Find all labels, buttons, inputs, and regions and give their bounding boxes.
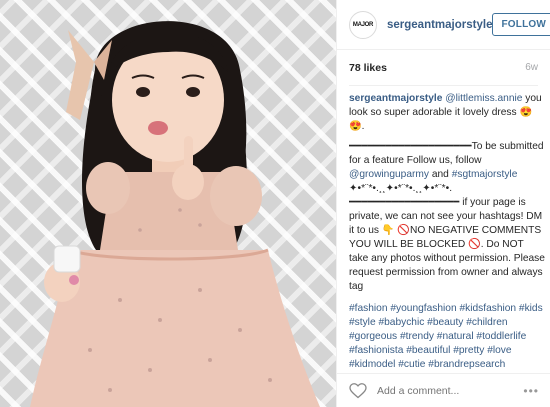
comment-bar: •••	[337, 373, 550, 407]
post-age[interactable]: 6w	[525, 62, 538, 73]
heart-icon[interactable]	[349, 382, 367, 399]
follow-button[interactable]: FOLLOW	[492, 13, 550, 36]
avatar-logo-text: MAJOR	[352, 21, 374, 28]
caption-line-2: ━━━━━━━━━━━━━━━━━━━━To be submitted for …	[349, 140, 545, 294]
caption-username[interactable]: sergeantmajorstyle	[349, 93, 442, 104]
username-link[interactable]: sergeantmajorstyle	[387, 19, 492, 31]
likes-count[interactable]: 78 likes	[349, 62, 387, 74]
caption-sparkle: ✦•*¨*•.¸¸✦•*¨*•.¸¸✦•*¨*•.	[349, 183, 453, 194]
caption-divider-2: ━━━━━━━━━━━━━━━━━━	[349, 197, 460, 208]
caption: sergeantmajorstyle @littlemiss.annie you…	[349, 92, 545, 370]
post-photo[interactable]	[0, 0, 336, 407]
post-side-panel: MAJOR sergeantmajorstyle FOLLOW 78 likes…	[336, 0, 550, 407]
post-header: MAJOR sergeantmajorstyle FOLLOW	[337, 0, 550, 50]
caption-hashtag-brand[interactable]: #sgtmajorstyle	[452, 169, 518, 180]
caption-line-1: sergeantmajorstyle @littlemiss.annie you…	[349, 92, 545, 134]
caption-divider: ━━━━━━━━━━━━━━━━━━━━	[349, 141, 472, 152]
caption-and: and	[431, 169, 449, 180]
caption-text-3: if your page is private, we can not see …	[349, 197, 545, 292]
comment-input[interactable]	[377, 384, 507, 397]
caption-hashtags[interactable]: #fashion #youngfashion #kidsfashion #kid…	[349, 302, 545, 370]
caption-mention[interactable]: @littlemiss.annie	[445, 93, 522, 104]
caption-mention-2[interactable]: @growinguparmy	[349, 169, 429, 180]
post-stats: 78 likes 6w	[349, 50, 538, 86]
photo-illustration	[30, 21, 320, 407]
avatar[interactable]: MAJOR	[349, 10, 377, 39]
more-options-icon[interactable]: •••	[523, 384, 539, 398]
